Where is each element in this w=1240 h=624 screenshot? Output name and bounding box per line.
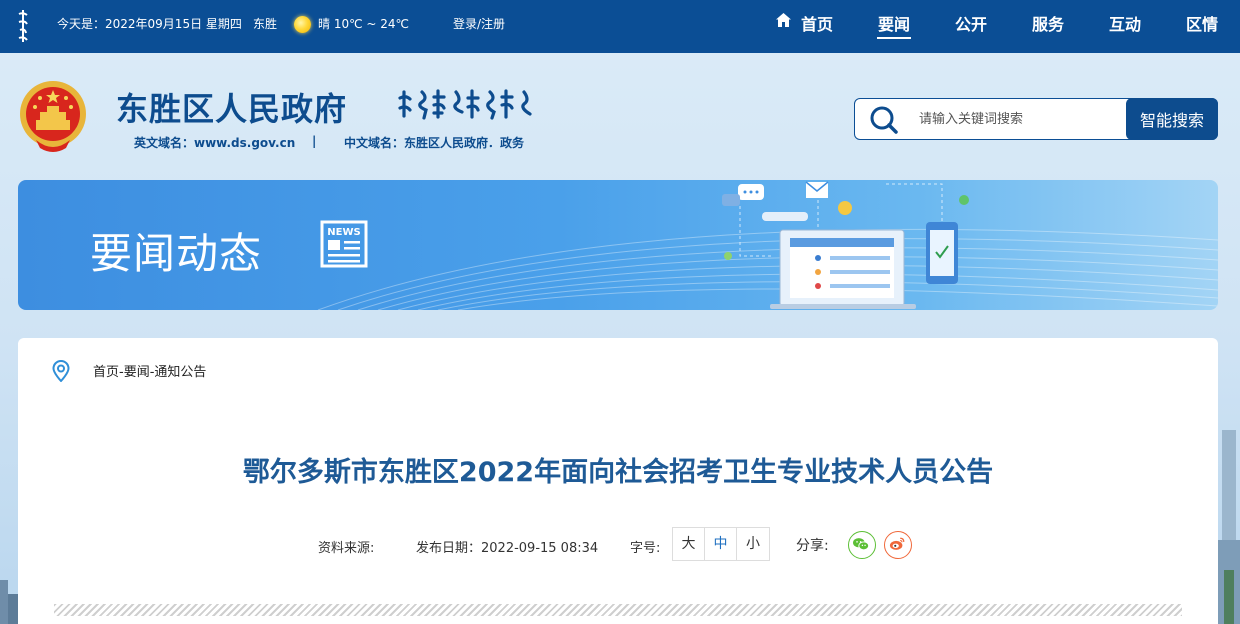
- top-bar: 今天是：2022年09月15日 星期四 东胜 晴 10℃ ~ 24℃ 登录/注册…: [0, 0, 1240, 53]
- mongolian-script-icon: [18, 10, 28, 42]
- home-icon: [776, 13, 791, 27]
- font-size-large-button[interactable]: 大: [673, 528, 705, 560]
- nav-interact[interactable]: 互动: [1109, 11, 1141, 35]
- nav-district-info[interactable]: 区情: [1186, 11, 1218, 35]
- weibo-share-icon[interactable]: [884, 531, 912, 559]
- date-text: 今天是：2022年09月15日 星期四: [57, 17, 242, 31]
- weather-text: 晴 10℃ ~ 24℃: [318, 17, 409, 31]
- domain-separator: |: [312, 134, 317, 148]
- hatched-divider: [54, 604, 1182, 616]
- nav-open[interactable]: 公开: [955, 11, 987, 35]
- wechat-share-icon[interactable]: [848, 531, 876, 559]
- nav-news[interactable]: 要闻: [878, 11, 910, 35]
- city-text: 东胜: [253, 17, 278, 31]
- svg-text:NEWS: NEWS: [327, 227, 360, 238]
- sunny-icon: [294, 16, 311, 33]
- article-title: 鄂尔多斯市东胜区2022年面向社会招考卫生专业技术人员公告: [242, 457, 994, 488]
- chinese-domain: 中文域名：东胜区人民政府．政务: [344, 136, 525, 150]
- search-icon[interactable]: [869, 106, 899, 134]
- background-city-right: [1218, 430, 1240, 624]
- font-size-switcher: 大 中 小: [672, 527, 770, 561]
- search-input[interactable]: [919, 108, 1119, 130]
- nav-active-indicator: [877, 37, 911, 39]
- location-pin-icon: [52, 360, 70, 382]
- national-emblem-logo: [20, 81, 86, 152]
- nav-home[interactable]: 首页: [801, 11, 833, 35]
- publish-date: 发布日期：2022-09-15 08:34: [416, 541, 599, 556]
- english-domain: 英文域名：www.ds.gov.cn: [134, 136, 296, 150]
- font-size-medium-button[interactable]: 中: [705, 528, 737, 560]
- font-size-small-button[interactable]: 小: [737, 528, 769, 560]
- login-register-link[interactable]: 登录/注册: [453, 15, 505, 32]
- nav-service[interactable]: 服务: [1032, 11, 1064, 35]
- site-title: 东胜区人民政府: [116, 90, 348, 128]
- source-label: 资料来源:: [318, 541, 375, 556]
- article-card: 首页-要闻-通知公告 鄂尔多斯市东胜区2022年面向社会招考卫生专业技术人员公告…: [18, 338, 1218, 624]
- font-size-label: 字号:: [630, 541, 661, 556]
- smart-search-button[interactable]: 智能搜索: [1126, 98, 1218, 140]
- breadcrumb: 首页-要闻-通知公告: [93, 365, 207, 380]
- search-box: 智能搜索: [854, 98, 1218, 140]
- share-label: 分享:: [796, 538, 829, 554]
- section-banner: 要闻动态 NEWS: [18, 180, 1218, 310]
- banner-title: 要闻动态: [90, 229, 263, 278]
- mongolian-title-graphic: [398, 89, 532, 120]
- background-city-left: [0, 580, 18, 624]
- news-icon: NEWS: [320, 220, 368, 268]
